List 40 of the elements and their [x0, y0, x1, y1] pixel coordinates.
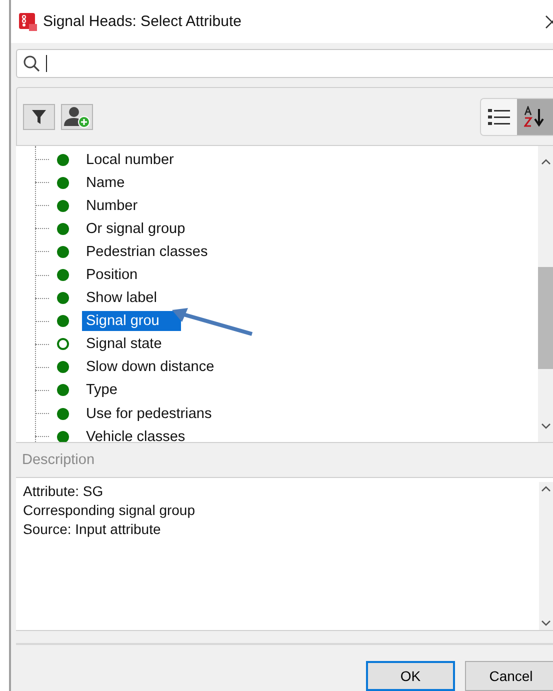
text-cursor [46, 55, 47, 72]
scroll-up-icon[interactable] [540, 159, 550, 165]
tree-item[interactable]: Or signal group [82, 218, 190, 239]
tree-item[interactable]: Local number [82, 150, 178, 170]
scrollbar[interactable] [538, 146, 553, 442]
cancel-button[interactable]: Cancel [465, 661, 553, 691]
window-title: Signal Heads: Select Attribute [43, 13, 242, 30]
scrollbar[interactable] [539, 482, 553, 630]
tree-item[interactable]: Show label [82, 288, 161, 308]
filter-icon [32, 108, 46, 124]
tree-item[interactable]: Signal state [82, 334, 166, 354]
search-icon [23, 55, 40, 72]
scroll-thumb[interactable] [538, 267, 553, 369]
tree-item[interactable]: Pedestrian classes [82, 242, 212, 262]
tree-item[interactable]: Number [82, 196, 142, 216]
filter-button[interactable] [23, 104, 55, 130]
tree-item[interactable]: Type [82, 380, 122, 400]
tree-item[interactable]: Slow down distance [82, 357, 218, 378]
sort-view-button[interactable] [517, 98, 553, 134]
tree-item[interactable]: Name [82, 172, 129, 193]
add-user-button[interactable] [61, 104, 93, 130]
tree-item[interactable]: Use for pedestrians [82, 404, 216, 424]
ok-button[interactable]: OK [366, 661, 455, 691]
tree-item[interactable]: Vehicle classes [82, 426, 190, 442]
close-icon[interactable] [545, 14, 553, 28]
sort-icon [524, 106, 546, 128]
scroll-up-icon[interactable] [541, 486, 551, 492]
search-field[interactable] [16, 49, 553, 78]
user-add-icon [64, 106, 90, 128]
app-icon [19, 12, 37, 30]
description-line: Attribute: SG [23, 483, 104, 499]
list-view-button[interactable] [481, 98, 517, 134]
description-heading: Description [22, 452, 95, 468]
description-line: Source: Input attribute [23, 521, 162, 537]
tree-item[interactable]: Position [82, 265, 142, 286]
scroll-down-icon[interactable] [540, 423, 550, 429]
description-line: Corresponding signal group [23, 502, 196, 518]
scroll-down-icon[interactable] [541, 620, 551, 626]
tree-item[interactable]: Signal grou [82, 311, 182, 332]
list-icon [488, 108, 510, 126]
